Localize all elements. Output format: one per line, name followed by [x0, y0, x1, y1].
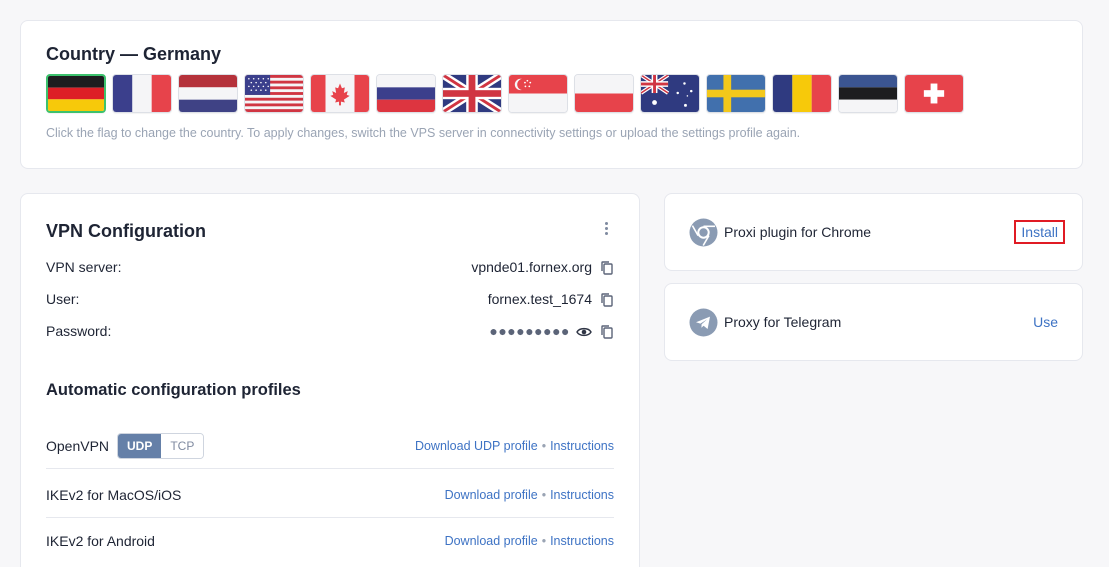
- link-separator: •: [541, 534, 547, 548]
- copy-icon[interactable]: [600, 260, 614, 276]
- vpn-server-row: VPN server: vpnde01.fornex.org: [46, 259, 614, 279]
- copy-icon[interactable]: [600, 292, 614, 308]
- chrome-plugin-label: Proxi plugin for Chrome: [724, 224, 872, 240]
- switzerland-flag[interactable]: [904, 74, 964, 113]
- canada-flag[interactable]: [310, 74, 370, 113]
- udp-toggle-button[interactable]: UDP: [118, 433, 162, 458]
- more-options-icon[interactable]: [603, 222, 609, 238]
- chrome-plugin-card: Proxi plugin for Chrome Install: [664, 193, 1083, 271]
- singapore-flag[interactable]: [508, 74, 568, 113]
- profile-row-ikev2-macos: IKEv2 for MacOS/iOS Download profile • Ins…: [46, 472, 614, 518]
- profile-links: Download profile • Instructions: [445, 488, 614, 502]
- instructions-link[interactable]: Instructions: [550, 488, 614, 502]
- copy-icon[interactable]: [600, 324, 614, 340]
- tcp-toggle-button[interactable]: TCP: [161, 433, 204, 458]
- russia-flag[interactable]: [376, 74, 436, 113]
- user-row: User: fornex.test_1674: [46, 291, 614, 311]
- country-title: Country — Germany: [46, 44, 222, 64]
- profile-name: IKEv2 for MacOS/iOS: [46, 486, 182, 503]
- password-row: Password: ●●●●●●●●●: [46, 323, 614, 343]
- profile-links: Download UDP profile • Instructions: [415, 439, 614, 453]
- uk-flag[interactable]: [442, 74, 502, 113]
- romania-flag[interactable]: [772, 74, 832, 113]
- country-card: Country — Germany Click the flag to chan…: [20, 20, 1083, 169]
- profile-row-openvpn: OpenVPN UDP TCP Download UDP profile • Ins…: [46, 423, 614, 469]
- telegram-proxy-label: Proxy for Telegram: [724, 314, 842, 330]
- chrome-icon: [689, 218, 718, 247]
- australia-flag[interactable]: [640, 74, 700, 113]
- eye-icon[interactable]: [576, 326, 592, 338]
- netherlands-flag[interactable]: [178, 74, 238, 113]
- instructions-link[interactable]: Instructions: [550, 534, 614, 548]
- flag-list: [46, 74, 964, 113]
- auto-profiles-title: Automatic configuration profiles: [46, 381, 301, 399]
- link-separator: •: [541, 487, 547, 502]
- profile-name: OpenVPN: [46, 437, 110, 454]
- use-button[interactable]: Use: [1033, 314, 1058, 330]
- telegram-proxy-card: Proxy for Telegram Use: [664, 283, 1083, 361]
- vpn-configuration-card: VPN Configuration VPN server: vpnde01.fo…: [20, 193, 640, 567]
- telegram-icon: [689, 308, 718, 337]
- profile-name: IKEv2 for Android: [46, 533, 155, 549]
- download-profile-link[interactable]: Download profile: [445, 488, 538, 502]
- user-label: User:: [46, 291, 80, 307]
- link-separator: •: [541, 438, 547, 453]
- france-flag[interactable]: [112, 74, 172, 113]
- instructions-link[interactable]: Instructions: [550, 439, 614, 453]
- profile-links: Download profile • Instructions: [445, 534, 614, 548]
- estonia-flag[interactable]: [838, 74, 898, 113]
- vpn-server-label: VPN server:: [46, 259, 122, 275]
- sweden-flag[interactable]: [706, 74, 766, 113]
- protocol-toggle: UDP TCP: [117, 432, 205, 459]
- germany-flag[interactable]: [46, 74, 106, 113]
- download-udp-profile-link[interactable]: Download UDP profile: [415, 439, 538, 453]
- download-profile-link[interactable]: Download profile: [445, 534, 538, 548]
- vpn-server-value: vpnde01.fornex.org: [471, 259, 592, 275]
- poland-flag[interactable]: [574, 74, 634, 113]
- user-value: fornex.test_1674: [487, 291, 592, 307]
- install-button[interactable]: Install: [1014, 220, 1065, 244]
- vpn-title: VPN Configuration: [46, 221, 206, 241]
- usa-flag[interactable]: [244, 74, 304, 113]
- profile-row-ikev2-android: IKEv2 for Android Download profile • Instr…: [46, 518, 614, 564]
- password-label: Password:: [46, 323, 112, 339]
- password-value: ●●●●●●●●●: [489, 323, 570, 339]
- country-hint: Click the flag to change the country. To…: [46, 126, 801, 140]
